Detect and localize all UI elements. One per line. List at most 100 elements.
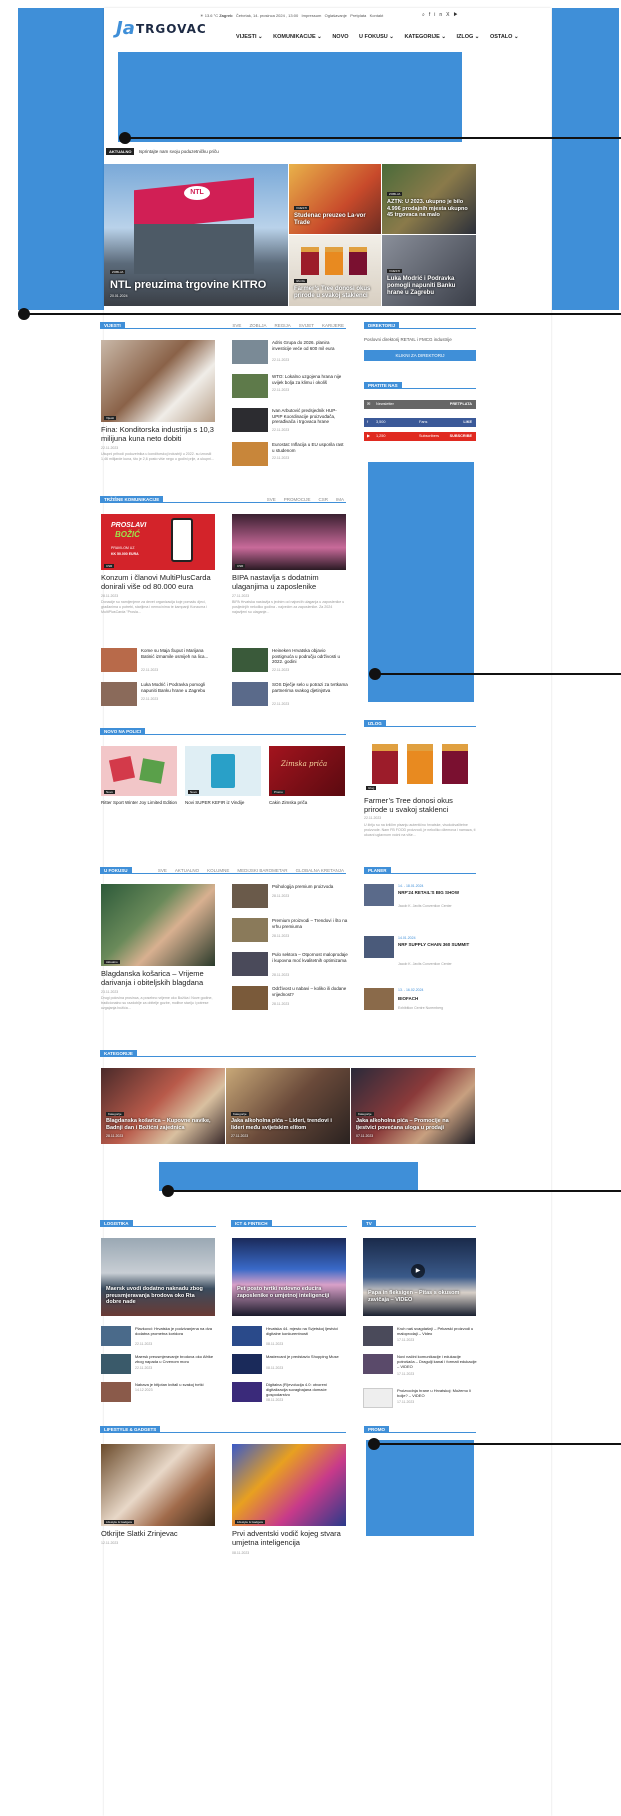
- tab-sve[interactable]: SVE: [232, 323, 241, 328]
- logistika-thumb-2[interactable]: [101, 1354, 131, 1374]
- hero-tile-4-title[interactable]: Luka Modrić i Podravka pomogli napuniti …: [387, 276, 473, 297]
- tab-aktualno[interactable]: AKTUALNO: [175, 868, 199, 873]
- nav-kategorije[interactable]: KATEGORIJE ⌄: [404, 34, 445, 40]
- ict-lead[interactable]: Pet posto tvrtki redovno educira zaposle…: [232, 1238, 346, 1316]
- tv-thumb-1[interactable]: [363, 1326, 393, 1346]
- trzisne-lead-2-image[interactable]: CSR: [232, 514, 346, 570]
- tab-svijet[interactable]: SVIJET: [299, 323, 314, 328]
- logistika-item-1-title[interactable]: Plavkovci: Hrvatska je podzivanjena na d…: [135, 1326, 217, 1336]
- link-impressum[interactable]: Impressum: [302, 13, 322, 18]
- tv-lead[interactable]: ▶ Papa in fleksigen – Pitas s okusom zav…: [363, 1238, 476, 1316]
- fokus-thumb-3[interactable]: [232, 952, 268, 976]
- nav-ostalo[interactable]: OSTALO ⌄: [490, 34, 519, 40]
- youtube-action[interactable]: SUBSCRIBE: [450, 432, 472, 441]
- play-icon[interactable]: ▶: [411, 1264, 425, 1278]
- tv-item-3-title[interactable]: Proizvodnja hrane u Hrvatskoj: Možemo li…: [397, 1388, 477, 1398]
- hero-tile-3-title[interactable]: Farmer’s Tree donosi okus prirode u svak…: [294, 286, 378, 300]
- ict-thumb-3[interactable]: [232, 1382, 262, 1402]
- fokus-lead-image[interactable]: Aktualno: [101, 884, 215, 966]
- nav-komunikacije[interactable]: KOMUNIKACIJE ⌄: [273, 34, 322, 40]
- trzisne-thumb-4[interactable]: [232, 682, 268, 706]
- vijesti-lead-image[interactable]: Vijesti: [101, 340, 215, 422]
- kategorije-item-3[interactable]: Kategorije Jaka alkoholna pića – Promoci…: [351, 1068, 475, 1144]
- novo-item-1-title[interactable]: Ritter Sport Winter Joy Limited Edition: [101, 800, 179, 806]
- newsletter-action[interactable]: PRETPLATA: [450, 400, 472, 409]
- nav-u-fokusu[interactable]: U FOKUSU ⌄: [359, 34, 394, 40]
- logistika-thumb-1[interactable]: [101, 1326, 131, 1346]
- vijesti-item-1-title[interactable]: Adris Grupa do 2026. planira investicije…: [272, 340, 346, 351]
- trzisne-item-3-title[interactable]: Heineken Hrvatska objavio postignuća u p…: [272, 648, 348, 665]
- fokus-item-1-title[interactable]: Psihologija premium proizvoda: [272, 884, 348, 890]
- lifestyle-item-2-title[interactable]: Prvi adventski vodič kojeg stvara umjetn…: [232, 1529, 348, 1547]
- kategorije-item-3-title[interactable]: Jaka alkoholna pića – Promocije na ljest…: [356, 1118, 470, 1131]
- vijesti-thumb-4[interactable]: [232, 442, 268, 466]
- facebook-action[interactable]: LIKE: [463, 418, 472, 427]
- ict-item-2-title[interactable]: Mastercard je predstavio Shopping Muse: [266, 1354, 348, 1359]
- vijesti-item-2-title[interactable]: WTO: Lokalno uzgojena hrana nije uvijek …: [272, 374, 346, 385]
- top-banner-ad[interactable]: [118, 52, 462, 142]
- izlog-image[interactable]: Izlog: [364, 736, 476, 792]
- planer-event-2-title[interactable]: NRF SUPPLY CHAIN 360 SUMMIT: [398, 942, 476, 948]
- hero-main[interactable]: NTL ZOBLJA NTL preuzima trgovine KITRO 2…: [104, 164, 288, 306]
- tab-zoblja[interactable]: ZOBLJA: [249, 323, 266, 328]
- trzisne-lead-2-title[interactable]: BIPA nastavlja s dodatnim ulaganjima u z…: [232, 573, 348, 591]
- vijesti-item-3-title[interactable]: Ivan Arbutović predsjednik HUP-UPIP Koor…: [272, 408, 346, 425]
- hero-tile-1-title[interactable]: Studenac preuzeo La-vor Trade: [294, 213, 376, 227]
- vijesti-thumb-2[interactable]: [232, 374, 268, 398]
- trzisne-item-4-title[interactable]: SOS Dječje selo u potrazi za tvrtkama pa…: [272, 682, 348, 693]
- tab-karijere[interactable]: KARIJERE: [322, 323, 344, 328]
- tab-regija[interactable]: REGIJA: [274, 323, 290, 328]
- linkedin-icon[interactable]: in: [434, 12, 446, 18]
- novo-item-2-image[interactable]: Novo: [185, 746, 261, 796]
- youtube-icon[interactable]: ▶: [453, 12, 461, 18]
- tv-thumb-3[interactable]: [363, 1388, 393, 1408]
- vijesti-thumb-1[interactable]: [232, 340, 268, 364]
- planer-thumb-2[interactable]: [364, 936, 394, 958]
- tab-kolumne[interactable]: KOLUMNE: [207, 868, 229, 873]
- hero-tile-3[interactable]: IZLOG Farmer’s Tree donosi okus prirode …: [289, 235, 381, 306]
- fokus-thumb-2[interactable]: [232, 918, 268, 942]
- logistika-thumb-3[interactable]: [101, 1382, 131, 1402]
- planer-thumb-3[interactable]: [364, 988, 394, 1010]
- vijesti-item-4-title[interactable]: Eurostat: Inflacija u EU usporila rast u…: [272, 442, 346, 453]
- direktorij-button[interactable]: KLIKNI ZA DIREKTORIJ: [364, 350, 476, 361]
- fokus-item-2-title[interactable]: Premium proizvodi – Trendovi i što na vr…: [272, 918, 348, 929]
- link-kontakt[interactable]: Kontakt: [370, 13, 384, 18]
- trzisne-thumb-1[interactable]: [101, 648, 137, 672]
- trzisne-item-1-title[interactable]: Kome su Maja Šuput i Marijana Batinić iz…: [141, 648, 217, 659]
- site-logo[interactable]: Ja TRGOVAC: [116, 16, 214, 40]
- kategorije-item-1-title[interactable]: Blagdanska košarica – Kupovne navike, Ba…: [106, 1118, 220, 1131]
- logistika-item-3-title[interactable]: Nabava je bitjotan kvitall u svakoj tvrt…: [135, 1382, 217, 1387]
- fokus-item-4-title[interactable]: Održivost u nabavi – koliko ili dodane v…: [272, 986, 348, 997]
- novo-item-3-title[interactable]: Cakin Zimska priča: [269, 800, 347, 806]
- kategorije-item-2[interactable]: Kategorije Jaka alkoholna pića – Lideri,…: [226, 1068, 350, 1144]
- nav-vijesti[interactable]: VIJESTI ⌄: [236, 34, 263, 40]
- lifestyle-item-1-title[interactable]: Otkrijte Slatki Zrinjevac: [101, 1529, 217, 1539]
- hero-tile-4[interactable]: VIJESTI Luka Modrić i Podravka pomogli n…: [382, 235, 476, 306]
- tab-medijski-barometar[interactable]: MEDIJSKI BAROMETAR: [237, 868, 287, 873]
- link-pretplata[interactable]: Pretplata: [350, 13, 366, 18]
- tab-sve-2[interactable]: SVE: [267, 497, 276, 502]
- tv-item-2-title[interactable]: Novi načini komunikacije i edukacije pot…: [397, 1354, 477, 1369]
- fokus-item-3-title[interactable]: Pulo sektora – Otpornost maloprodaje i k…: [272, 952, 348, 963]
- trzisne-thumb-2[interactable]: [101, 682, 137, 706]
- hero-main-title[interactable]: NTL preuzima trgovine KITRO: [110, 279, 285, 291]
- newsletter-row[interactable]: ✉ Newsletter PRETPLATA: [364, 400, 476, 409]
- ict-thumb-1[interactable]: [232, 1326, 262, 1346]
- logistika-item-2-title[interactable]: Maersk preusmjeravanje brodova oko Afrik…: [135, 1354, 217, 1364]
- hero-tile-2-title[interactable]: AZTN: U 2023. ukupno je bilo 4.996 proda…: [387, 199, 473, 219]
- ict-item-3-title[interactable]: Digitalna (R)evolucija 4.0: otvoreni dig…: [266, 1382, 348, 1397]
- tab-csr[interactable]: CSR: [318, 497, 328, 502]
- planer-event-3-title[interactable]: BIOFACH: [398, 996, 476, 1002]
- kategorije-item-1[interactable]: Kategorije Blagdanska košarica – Kupovne…: [101, 1068, 225, 1144]
- ict-item-1-title[interactable]: Hrvatska 44. mjesto na Svjetskoj ljestvi…: [266, 1326, 348, 1336]
- fokus-thumb-1[interactable]: [232, 884, 268, 908]
- fokus-lead-title[interactable]: Blagdanska košarica – Vrijeme darivanja …: [101, 969, 217, 987]
- tv-lead-title[interactable]: Papa in fleksigen – Pitas s okusom zavič…: [368, 1290, 472, 1303]
- tv-thumb-2[interactable]: [363, 1354, 393, 1374]
- novo-item-3-image[interactable]: Zimska priča Promo: [269, 746, 345, 796]
- izlog-title[interactable]: Farmer’s Tree donosi okus prirode u svak…: [364, 796, 478, 814]
- tab-ima[interactable]: IMA: [336, 497, 344, 502]
- fokus-thumb-4[interactable]: [232, 986, 268, 1010]
- sidebar-ad[interactable]: [368, 462, 474, 702]
